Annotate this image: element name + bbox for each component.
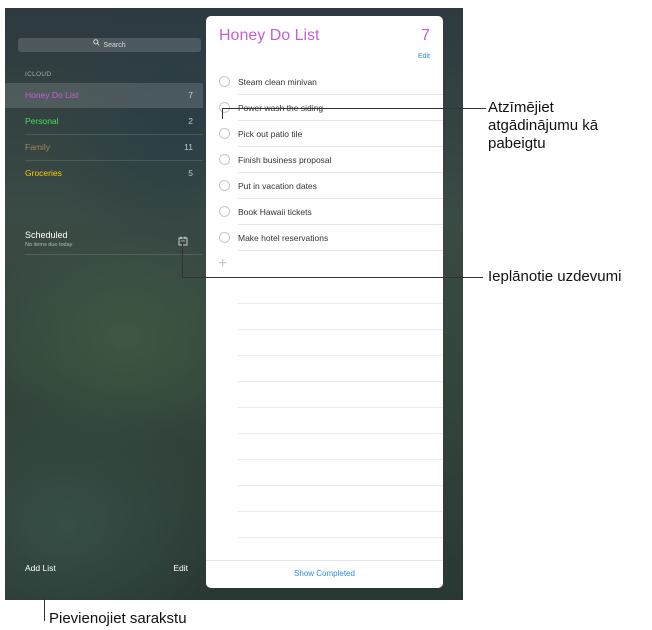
complete-checkbox[interactable] bbox=[219, 128, 230, 139]
list-footer: Show Completed bbox=[206, 560, 443, 588]
list-name: Honey Do List bbox=[25, 90, 79, 100]
reminder-item[interactable]: Steam clean minivan bbox=[206, 69, 443, 95]
callout-leader-add-list bbox=[44, 597, 45, 621]
reminder-text[interactable]: Put in vacation dates bbox=[238, 173, 317, 199]
sidebar-footer: Add List Edit bbox=[5, 563, 203, 581]
callout-leader-mark-complete bbox=[222, 108, 223, 119]
callout-line: pabeigtu bbox=[488, 135, 546, 152]
list-count: 5 bbox=[188, 168, 193, 178]
empty-row-line bbox=[238, 485, 443, 486]
list-edit-button[interactable]: Edit bbox=[418, 53, 430, 60]
callout-leader-mark-complete bbox=[222, 108, 486, 109]
callout-line: Atzīmējiet bbox=[488, 99, 554, 116]
empty-row-line bbox=[238, 303, 443, 304]
callout-scheduled: Ieplānotie uzdevumi bbox=[488, 268, 622, 285]
list-count: 7 bbox=[188, 90, 193, 100]
empty-row-line bbox=[238, 433, 443, 434]
sidebar-item-family[interactable]: Family 11 bbox=[5, 135, 203, 160]
reminder-item[interactable]: Make hotel reservations bbox=[206, 225, 443, 251]
ipad-screen: Search ICLOUD Honey Do List 7 Personal 2… bbox=[5, 8, 463, 600]
callout-line: atgādinājumu kā bbox=[488, 117, 599, 134]
empty-row-line bbox=[238, 459, 443, 460]
search-icon bbox=[93, 38, 101, 52]
empty-row-line bbox=[238, 355, 443, 356]
list-title: Honey Do List bbox=[219, 27, 320, 44]
list-count: 11 bbox=[184, 142, 193, 152]
complete-checkbox[interactable] bbox=[219, 232, 230, 243]
complete-checkbox[interactable] bbox=[219, 76, 230, 87]
sidebar-item-scheduled[interactable]: Scheduled No items due today bbox=[5, 228, 203, 254]
empty-row-line bbox=[238, 329, 443, 330]
callout-leader-scheduled bbox=[182, 277, 483, 278]
add-list-button[interactable]: Add List bbox=[25, 563, 56, 573]
divider bbox=[238, 250, 443, 251]
complete-checkbox[interactable] bbox=[219, 154, 230, 165]
sidebar-item-honey-do-list[interactable]: Honey Do List 7 bbox=[5, 83, 203, 108]
section-header-icloud: ICLOUD bbox=[25, 71, 52, 78]
scheduled-title: Scheduled bbox=[25, 230, 68, 240]
sidebar-edit-button[interactable]: Edit bbox=[173, 563, 188, 573]
search-placeholder: Search bbox=[103, 41, 126, 49]
list-name: Family bbox=[25, 142, 51, 152]
complete-checkbox[interactable] bbox=[219, 180, 230, 191]
reminder-text[interactable]: Finish business proposal bbox=[238, 147, 332, 173]
plus-icon[interactable]: + bbox=[218, 255, 227, 273]
sidebar-item-groceries[interactable]: Groceries 5 bbox=[5, 161, 203, 186]
sidebar: Search ICLOUD Honey Do List 7 Personal 2… bbox=[5, 8, 203, 600]
reminder-item[interactable]: Pick out patio tile bbox=[206, 121, 443, 147]
scheduled-subtitle: No items due today bbox=[25, 242, 73, 248]
show-completed-button[interactable]: Show Completed bbox=[206, 569, 443, 578]
reminder-text[interactable]: Make hotel reservations bbox=[238, 225, 328, 251]
complete-checkbox[interactable] bbox=[219, 206, 230, 217]
reminder-item[interactable]: Put in vacation dates bbox=[206, 173, 443, 199]
empty-row-line bbox=[238, 381, 443, 382]
empty-row-line bbox=[238, 511, 443, 512]
sidebar-item-personal[interactable]: Personal 2 bbox=[5, 109, 203, 134]
search-field[interactable]: Search bbox=[18, 38, 201, 52]
list-name: Personal bbox=[25, 116, 59, 126]
list-name: Groceries bbox=[25, 168, 62, 178]
reminder-item[interactable]: Finish business proposal bbox=[206, 147, 443, 173]
reminder-item[interactable]: Book Hawaii tickets bbox=[206, 199, 443, 225]
reminder-text[interactable]: Steam clean minivan bbox=[238, 69, 317, 95]
empty-row-line bbox=[238, 407, 443, 408]
reminder-text[interactable]: Book Hawaii tickets bbox=[238, 199, 312, 225]
list-card: Honey Do List 7 Edit Steam clean minivan… bbox=[206, 16, 443, 588]
callout-add-list: Pievienojiet sarakstu bbox=[49, 610, 187, 627]
divider bbox=[25, 254, 203, 255]
list-count: 2 bbox=[188, 116, 193, 126]
callout-leader-scheduled bbox=[182, 242, 183, 277]
list-count-header: 7 bbox=[421, 27, 430, 44]
empty-row-line bbox=[238, 537, 443, 538]
reminder-text[interactable]: Pick out patio tile bbox=[238, 121, 302, 147]
callout-mark-complete: Atzīmējiet atgādinājumu kā pabeigtu bbox=[488, 99, 598, 153]
calendar-icon bbox=[178, 233, 188, 246]
